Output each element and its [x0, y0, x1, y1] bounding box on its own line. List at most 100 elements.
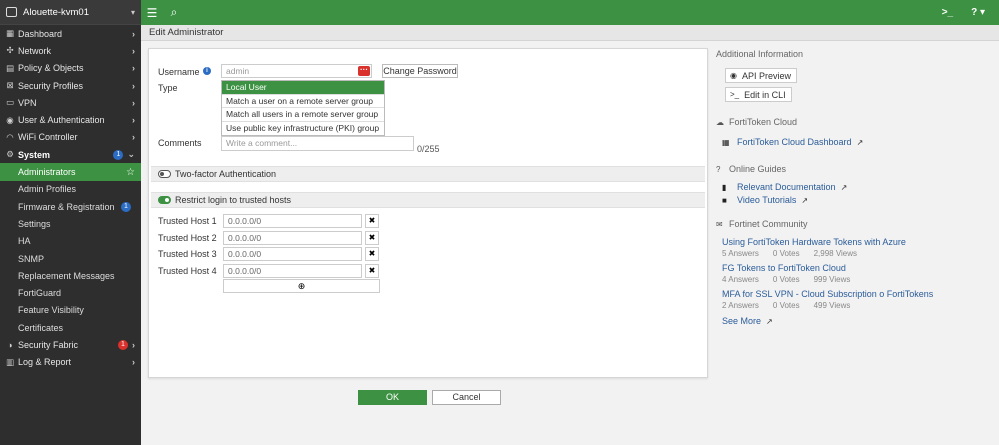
- sidebar-subitem-firmware-registration[interactable]: Firmware & Registration 1: [0, 198, 141, 215]
- sidebar-item-label: Dashboard: [18, 28, 63, 39]
- search-icon[interactable]: ⌕: [163, 5, 185, 20]
- external-link-icon: ↗: [801, 195, 809, 205]
- help-icon[interactable]: ? ▾: [971, 7, 985, 18]
- ok-button[interactable]: OK: [358, 390, 427, 405]
- edit-cli-label: Edit in CLI: [744, 89, 786, 100]
- sidebar-subitem-settings[interactable]: Settings: [0, 215, 141, 232]
- sidebar-item-vpn[interactable]: ▭ VPN ›: [0, 94, 141, 111]
- trusted-host-input[interactable]: 0.0.0.0/0: [223, 264, 362, 279]
- article-stats: 5 Answers 0 Votes 2,998 Views: [722, 248, 996, 259]
- sidebar-item-user-authentication[interactable]: ◉ User & Authentication ›: [0, 111, 141, 128]
- add-host-button[interactable]: ⊕: [223, 279, 380, 293]
- fortitoken-dashboard-link[interactable]: ▦ FortiToken Cloud Dashboard ↗: [722, 136, 996, 148]
- change-password-button[interactable]: Change Password: [382, 64, 458, 78]
- sidebar-item-label: Security Fabric: [18, 339, 79, 350]
- chevron-right-icon: ›: [132, 97, 135, 108]
- community-article-link[interactable]: FG Tokens to FortiToken Cloud: [722, 262, 996, 274]
- qr-icon: ▦: [722, 137, 730, 147]
- username-field[interactable]: admin: [221, 64, 372, 78]
- host-name: Alouette-kvm01: [23, 6, 90, 18]
- sidebar-item-security-profiles[interactable]: ⊠ Security Profiles ›: [0, 77, 141, 94]
- trusted-host-input[interactable]: 0.0.0.0/0: [223, 247, 362, 262]
- sidebar-subitem-label: SNMP: [18, 253, 45, 264]
- sidebar-item-wifi-controller[interactable]: ◠ WiFi Controller ›: [0, 129, 141, 146]
- trusted-host-label: Trusted Host 3: [158, 249, 217, 260]
- info-icon[interactable]: i: [203, 67, 211, 75]
- api-preview-button[interactable]: ◉ API Preview: [725, 68, 798, 83]
- trusted-host-input[interactable]: 0.0.0.0/0: [223, 214, 362, 228]
- sidebar-subitem-certificates[interactable]: Certificates: [0, 319, 141, 336]
- sidebar-subitem-admin-profiles[interactable]: Admin Profiles: [0, 181, 141, 198]
- sidebar-subitem-ha[interactable]: HA: [0, 233, 141, 250]
- favorite-star-icon[interactable]: ☆: [126, 167, 135, 178]
- type-option[interactable]: Match all users in a remote server group: [222, 108, 384, 122]
- sidebar-item-policy-objects[interactable]: ▤ Policy & Objects ›: [0, 60, 141, 77]
- sidebar-item-security-fabric[interactable]: ◑ Security Fabric 1 ›: [0, 336, 141, 353]
- external-link-icon: ↗: [840, 182, 848, 192]
- sidebar-subitem-label: Firmware & Registration: [18, 201, 115, 212]
- sidebar-item-system[interactable]: ⚙ System 1 ⌄: [0, 146, 141, 163]
- sidebar-subitem-snmp[interactable]: SNMP: [0, 250, 141, 267]
- answers-count: 5 Answers: [722, 249, 759, 258]
- chevron-right-icon: ›: [132, 132, 135, 143]
- network-icon: ✣: [6, 45, 14, 56]
- community-article-link[interactable]: Using FortiToken Hardware Tokens with Az…: [722, 236, 996, 248]
- info-panel: Additional Information ◉ API Preview >_ Ed…: [716, 48, 996, 327]
- policy-icon: ▤: [5, 62, 15, 73]
- fortitoken-heading: ☁ FortiToken Cloud: [716, 116, 996, 128]
- trusted-host-label: Trusted Host 1: [158, 216, 217, 226]
- terminal-icon: >_: [730, 90, 740, 99]
- type-options-list: Local User Match a user on a remote serve…: [221, 80, 385, 136]
- community-article-link[interactable]: MFA for SSL VPN - Cloud Subscription o F…: [722, 288, 996, 300]
- sidebar-subitem-feature-visibility[interactable]: Feature Visibility: [0, 302, 141, 319]
- edit-cli-button[interactable]: >_ Edit in CLI: [725, 87, 792, 102]
- comments-field[interactable]: Write a comment...: [221, 136, 414, 151]
- two-factor-toggle[interactable]: [158, 170, 171, 178]
- remove-host-icon[interactable]: ✖: [365, 230, 379, 245]
- lock-icon: ⊠: [6, 80, 14, 91]
- guides-heading-label: Online Guides: [729, 164, 787, 174]
- trusted-host-label: Trusted Host 4: [158, 266, 217, 277]
- api-preview-label: API Preview: [741, 70, 792, 81]
- sidebar-item-log-report[interactable]: ▥ Log & Report ›: [0, 354, 141, 371]
- type-option[interactable]: Match a user on a remote server group: [222, 95, 384, 108]
- type-option[interactable]: Use public key infrastructure (PKI) grou…: [222, 122, 384, 136]
- sidebar-subitem-label: Administrators: [18, 167, 76, 178]
- views-count: 999 Views: [813, 275, 851, 284]
- guide-link[interactable]: ▮ Relevant Documentation ↗: [722, 181, 996, 193]
- two-factor-label: Two-factor Authentication: [175, 169, 277, 179]
- sidebar-item-label: WiFi Controller: [18, 132, 78, 143]
- cancel-button[interactable]: Cancel: [432, 390, 501, 405]
- answers-count: 4 Answers: [722, 275, 759, 284]
- more-icon[interactable]: ···: [358, 66, 370, 76]
- sidebar-item-dashboard[interactable]: ▦ Dashboard ›: [0, 25, 141, 42]
- sidebar-subitem-label: Settings: [18, 218, 51, 229]
- remove-host-icon[interactable]: ✖: [365, 247, 379, 262]
- sidebar-subitem-replacement-messages[interactable]: Replacement Messages: [0, 267, 141, 284]
- chevron-right-icon: ›: [132, 339, 135, 350]
- host-selector[interactable]: Alouette-kvm01 ▾: [0, 0, 141, 25]
- votes-count: 0 Votes: [772, 275, 800, 284]
- type-label: Type: [158, 83, 178, 93]
- username-label: Username: [158, 67, 200, 77]
- wifi-icon: ◠: [6, 131, 14, 142]
- remove-host-icon[interactable]: ✖: [365, 214, 379, 228]
- remove-host-icon[interactable]: ✖: [365, 264, 379, 279]
- comments-label: Comments: [158, 138, 202, 148]
- cli-console-icon[interactable]: >_: [942, 7, 953, 18]
- chevron-right-icon: ›: [132, 357, 135, 368]
- user-icon: ◉: [6, 114, 14, 125]
- menu-icon[interactable]: ☰: [141, 6, 163, 20]
- article-stats: 2 Answers 0 Votes 499 Views: [722, 300, 996, 311]
- sidebar-item-network[interactable]: ✣ Network ›: [0, 42, 141, 59]
- comments-counter: 0/255: [417, 144, 440, 154]
- see-more-link[interactable]: See More ↗: [722, 315, 996, 327]
- trusted-host-input[interactable]: 0.0.0.0/0: [223, 230, 362, 245]
- type-option[interactable]: Local User: [222, 81, 384, 95]
- restrict-hosts-toggle[interactable]: [158, 196, 171, 204]
- online-guides-heading: ? Online Guides: [716, 163, 996, 175]
- guide-link[interactable]: ■ Video Tutorials ↗: [722, 194, 996, 206]
- fabric-icon: ◑: [7, 339, 13, 350]
- sidebar-subitem-administrators[interactable]: Administrators ☆: [0, 163, 141, 181]
- sidebar-subitem-fortiguard[interactable]: FortiGuard: [0, 284, 141, 301]
